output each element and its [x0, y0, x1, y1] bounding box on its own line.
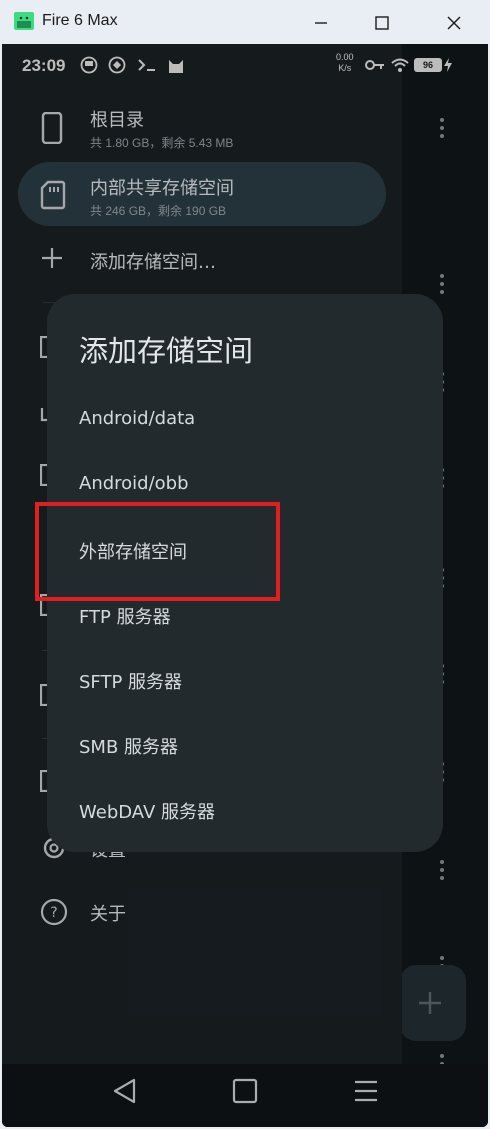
option-smb-server[interactable]: SMB 服务器	[47, 715, 443, 775]
window-titlebar: Fire 6 Max	[0, 0, 490, 44]
option-webdav-server[interactable]: WebDAV 服务器	[47, 780, 443, 840]
option-sftp-server[interactable]: SFTP 服务器	[47, 650, 443, 710]
option-label: Android/data	[79, 408, 196, 429]
highlight-box	[35, 502, 280, 601]
option-label: Android/obb	[79, 473, 189, 494]
minimize-icon	[315, 22, 327, 24]
option-label: SFTP 服务器	[79, 672, 183, 693]
option-label: WebDAV 服务器	[79, 802, 215, 823]
dialog-title: 添加存储空间	[79, 334, 254, 368]
option-android-data[interactable]: Android/data	[47, 390, 443, 450]
android-icon	[14, 12, 34, 30]
maximize-icon	[375, 16, 389, 30]
close-icon	[447, 16, 461, 30]
option-label: SMB 服务器	[79, 737, 179, 758]
maximize-button[interactable]	[364, 8, 400, 38]
option-label: FTP 服务器	[79, 607, 171, 628]
close-button[interactable]	[436, 8, 472, 38]
window-title: Fire 6 Max	[42, 12, 118, 29]
minimize-button[interactable]	[303, 8, 339, 38]
